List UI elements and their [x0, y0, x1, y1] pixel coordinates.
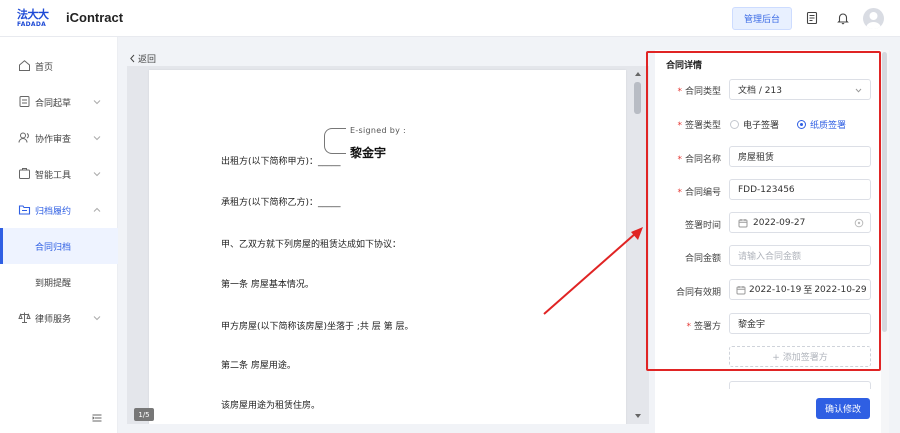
signature-bracket [324, 128, 346, 154]
contract-type-select[interactable]: 文档 / 213 [729, 79, 871, 100]
radio-paper-sign[interactable] [797, 120, 807, 129]
sidebar-item-review[interactable]: 协作审查 [0, 120, 118, 156]
doc-line: 第一条 房屋基本情况。 [221, 280, 314, 290]
sidebar-item-lawyer[interactable]: 律师服务 [0, 300, 118, 336]
scroll-down-arrow-icon[interactable] [635, 414, 641, 418]
contract-amount-label: 合同金额 [684, 254, 721, 264]
sidebar-item-archive[interactable]: 归档履约 [0, 192, 118, 228]
contract-name-label: * 合同名称 [677, 155, 721, 165]
scale-icon [18, 312, 31, 323]
contract-number-label: * 合同编号 [677, 188, 721, 198]
sidebar-subitem-expiry-reminder[interactable]: 到期提醒 [0, 264, 118, 300]
sign-date-picker[interactable]: 2022-09-27 [729, 212, 871, 233]
esign-name: 黎金宇 [350, 146, 387, 160]
validity-range-picker[interactable]: 2022-10-19 至 2022-10-29 [729, 279, 871, 300]
contract-type-label: * 合同类型 [677, 87, 721, 97]
chevron-down-icon [93, 172, 101, 177]
radio-paper-sign-label[interactable]: 纸质签署 [810, 118, 846, 131]
sign-date-label: 签署时间 [684, 221, 721, 231]
next-field-partial [729, 381, 871, 389]
draft-icon [19, 96, 30, 107]
chevron-down-icon [93, 136, 101, 141]
doc-line: 甲、乙双方就下列房屋的租赁达成如下协议： [221, 240, 402, 250]
scroll-thumb[interactable] [634, 82, 641, 114]
document-page: E-signed by : 黎金宇 出租方(以下简称甲方)：_____ 承租方(… [149, 70, 626, 424]
sidebar-subitem-label: 合同归档 [35, 242, 72, 253]
doc-line: 出租方(以下简称甲方)：_____ [221, 157, 341, 167]
doc-line: 承租方(以下简称乙方)：_____ [221, 198, 341, 208]
sidebar-item-label: 归档履约 [35, 206, 72, 217]
contract-type-value: 文档 / 213 [738, 86, 782, 96]
top-header: 法大大 FADADA iContract 管理后台 [0, 0, 900, 37]
validity-end: 2022-10-29 [814, 284, 867, 295]
validity-label: 合同有效期 [675, 288, 721, 298]
esign-label: E-signed by : [350, 126, 406, 135]
radio-electronic-sign[interactable] [730, 120, 739, 129]
logo-en-text: FADADA [17, 21, 47, 28]
contract-name-input[interactable]: 房屋租赁 [729, 146, 871, 167]
add-signer-button[interactable]: + 添加签署方 [729, 346, 871, 367]
fadada-logo[interactable]: 法大大 FADADA [17, 9, 49, 29]
sign-type-radio-group: 电子签署 纸质签署 [730, 118, 860, 131]
signer-input[interactable]: 黎金宇 [729, 313, 871, 334]
sidebar-item-label: 协作审查 [35, 134, 72, 145]
radio-electronic-sign-label[interactable]: 电子签署 [743, 118, 779, 131]
sidebar-subitem-contract-archive[interactable]: 合同归档 [0, 228, 118, 264]
panel-scrollbar[interactable] [881, 50, 889, 433]
home-icon [19, 60, 30, 71]
document-icon[interactable] [805, 11, 819, 25]
chevron-left-icon [130, 54, 135, 63]
form-title: 合同详情 [666, 61, 703, 71]
folder-icon [18, 205, 31, 215]
sidebar-item-label: 律师服务 [35, 314, 72, 325]
sidebar-item-label: 合同起草 [35, 98, 72, 109]
tool-icon [19, 168, 30, 179]
document-scrollbar[interactable] [632, 72, 644, 418]
sign-type-label: * 签署类型 [677, 121, 721, 131]
sidebar: 首页 合同起草 协作审查 智能工具 归档履约 合同归档 到期提醒 律师服务 [0, 37, 118, 433]
user-avatar-icon [866, 12, 881, 29]
admin-console-button[interactable]: 管理后台 [732, 7, 792, 30]
calendar-icon [738, 218, 748, 227]
sign-date-value: 2022-09-27 [753, 217, 806, 228]
avatar[interactable] [863, 8, 884, 29]
panel-scroll-thumb[interactable] [882, 52, 887, 332]
confirm-edit-button[interactable]: 确认修改 [816, 398, 870, 419]
contract-number-input[interactable]: FDD-123456 [729, 179, 871, 200]
contract-details-panel [655, 50, 881, 433]
doc-line: 第二条 房屋用途。 [221, 361, 296, 371]
validity-start: 2022-10-19 [749, 284, 802, 295]
scroll-up-arrow-icon[interactable] [635, 72, 641, 76]
logo-cn-text: 法大大 [17, 8, 49, 21]
bell-icon[interactable] [836, 11, 850, 25]
chevron-down-icon [93, 316, 101, 321]
signer-label: * 签署方 [686, 322, 721, 332]
sidebar-item-tools[interactable]: 智能工具 [0, 156, 118, 192]
app-name: iContract [66, 10, 124, 25]
sidebar-item-label: 智能工具 [35, 170, 72, 181]
calendar-icon [736, 285, 746, 294]
document-viewer[interactable]: E-signed by : 黎金宇 出租方(以下简称甲方)：_____ 承租方(… [127, 66, 649, 424]
sidebar-item-draft[interactable]: 合同起草 [0, 84, 118, 120]
page-indicator: 1/5 [134, 408, 154, 421]
back-label: 返回 [138, 55, 157, 65]
chevron-down-icon [93, 100, 101, 105]
chevron-down-icon [855, 88, 862, 93]
validity-separator: 至 [803, 286, 813, 296]
clear-icon[interactable] [854, 218, 864, 228]
doc-line: 甲方房屋(以下简称该房屋)坐落于 ;共 层 第 层。 [221, 322, 414, 332]
chevron-up-icon [93, 207, 101, 212]
review-icon [18, 132, 29, 143]
sidebar-item-label: 首页 [35, 62, 54, 73]
collapse-menu-icon[interactable] [91, 412, 103, 424]
sidebar-subitem-label: 到期提醒 [35, 278, 72, 289]
contract-amount-input[interactable]: 请输入合同金额 [729, 245, 871, 266]
doc-line: 该房屋用途为租赁住房。 [221, 401, 321, 411]
sidebar-item-home[interactable]: 首页 [0, 48, 118, 84]
back-link[interactable]: 返回 [129, 52, 156, 65]
